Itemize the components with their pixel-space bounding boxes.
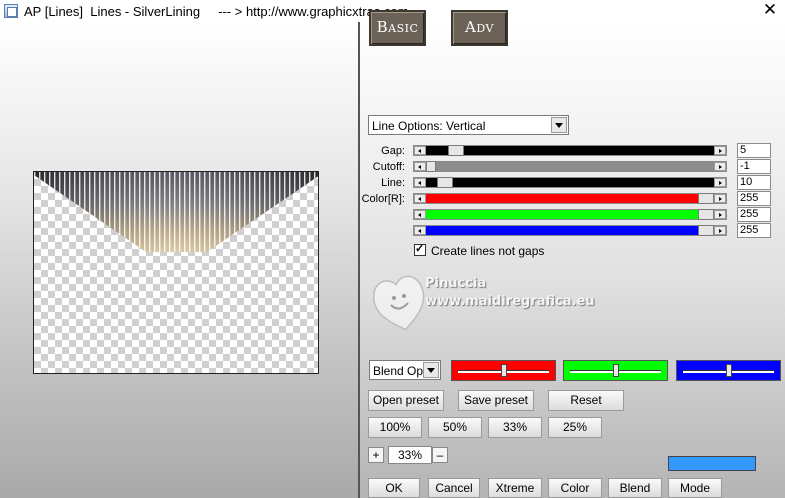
window-title: AP [Lines] Lines - SilverLining --- > ht… (24, 4, 409, 19)
arrow-left-icon[interactable] (414, 210, 426, 219)
ok-button[interactable]: OK (368, 478, 420, 498)
arrow-left-icon[interactable] (414, 194, 426, 203)
watermark-url: www.maidiregrafica.eu (425, 294, 595, 309)
cutoff-value-field[interactable]: -1 (737, 159, 771, 174)
color-button[interactable]: Color (548, 478, 602, 498)
create-lines-checkbox[interactable] (414, 242, 426, 256)
zoom-level-field[interactable]: 33% (388, 446, 432, 464)
arrow-right-icon[interactable] (714, 162, 726, 171)
arrow-right-icon[interactable] (714, 146, 726, 155)
blend-options-value: Blend Optio (373, 364, 425, 378)
preview-lines-graphic (34, 172, 318, 252)
slider-fill (436, 162, 724, 171)
mode-button[interactable]: Mode (668, 478, 722, 498)
slider-thumb[interactable] (500, 364, 507, 377)
gap-label: Gap: (381, 145, 405, 157)
open-preset-button[interactable]: Open preset (368, 390, 444, 411)
slider-thumb[interactable] (725, 364, 732, 377)
create-lines-label: Create lines not gaps (431, 244, 545, 258)
gap-value-field[interactable]: 5 (737, 143, 771, 158)
zoom-out-button[interactable]: – (432, 447, 448, 463)
slider-thumb[interactable] (698, 209, 714, 220)
zoom-33-button[interactable]: 33% (488, 417, 542, 438)
watermark-name: Pinuccia (425, 276, 487, 291)
line-options-value: Line Options: Vertical (372, 119, 486, 133)
xtreme-button[interactable]: Xtreme (488, 478, 542, 498)
basic-tab[interactable]: Basic (369, 10, 426, 46)
slider-thumb[interactable] (612, 364, 619, 377)
color-b-value-field[interactable]: 255 (737, 223, 771, 238)
app-icon (4, 4, 18, 18)
slider-fill (426, 226, 698, 235)
blend-options-dropdown[interactable]: Blend Optio (369, 360, 441, 380)
save-preset-button[interactable]: Save preset (458, 390, 534, 411)
arrow-right-icon[interactable] (714, 194, 726, 203)
slider-fill (426, 178, 714, 187)
gap-slider[interactable] (413, 145, 727, 156)
cutoff-slider[interactable] (413, 161, 727, 172)
preview-panel (0, 22, 358, 498)
line-value-field[interactable]: 10 (737, 175, 771, 190)
slider-fill (426, 194, 698, 203)
adv-tab[interactable]: Adv (451, 10, 508, 46)
slider-thumb[interactable] (436, 177, 453, 188)
reset-button[interactable]: Reset (548, 390, 624, 411)
slider-thumb[interactable] (698, 193, 714, 204)
watermark-logo: Pinuccia www.maidiregrafica.eu (370, 268, 595, 338)
color-r-label: Color[R]: (361, 193, 405, 205)
arrow-right-icon[interactable] (714, 226, 726, 235)
arrow-left-icon[interactable] (414, 226, 426, 235)
color-preview-swatch[interactable] (668, 456, 756, 471)
arrow-left-icon[interactable] (414, 178, 426, 187)
color-b-slider[interactable] (413, 225, 727, 236)
green-blend-slider[interactable] (563, 360, 668, 381)
zoom-50-button[interactable]: 50% (428, 417, 482, 438)
color-g-value-field[interactable]: 255 (737, 207, 771, 222)
cutoff-label: Cutoff: (372, 161, 405, 173)
color-r-slider[interactable] (413, 193, 727, 204)
slider-thumb[interactable] (447, 145, 464, 156)
arrow-left-icon[interactable] (414, 162, 426, 171)
blue-blend-slider[interactable] (676, 360, 781, 381)
cancel-button[interactable]: Cancel (428, 478, 480, 498)
slider-fill (426, 210, 698, 219)
line-options-dropdown[interactable]: Line Options: Vertical (368, 115, 569, 135)
close-button[interactable]: ✕ (759, 0, 781, 20)
zoom-in-button[interactable]: + (368, 447, 384, 463)
preview-image (33, 171, 319, 374)
slider-thumb[interactable] (698, 225, 714, 236)
arrow-left-icon[interactable] (414, 146, 426, 155)
zoom-100-button[interactable]: 100% (368, 417, 422, 438)
color-r-value-field[interactable]: 255 (737, 191, 771, 206)
zoom-25-button[interactable]: 25% (548, 417, 602, 438)
color-g-slider[interactable] (413, 209, 727, 220)
arrow-right-icon[interactable] (714, 178, 726, 187)
chevron-down-icon[interactable] (551, 117, 567, 133)
arrow-right-icon[interactable] (714, 210, 726, 219)
line-label: Line: (381, 177, 405, 189)
slider-thumb[interactable] (426, 161, 436, 172)
line-slider[interactable] (413, 177, 727, 188)
blend-button[interactable]: Blend (608, 478, 662, 498)
red-blend-slider[interactable] (451, 360, 556, 381)
chevron-down-icon[interactable] (423, 362, 439, 378)
slider-fill (426, 146, 714, 155)
